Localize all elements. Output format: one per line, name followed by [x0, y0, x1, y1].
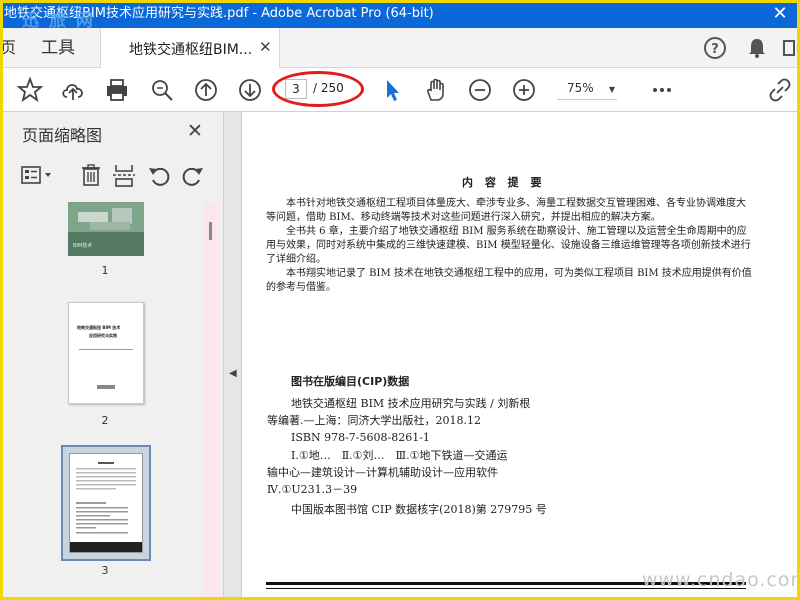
cip-line: 输中心—建筑设计—计算机辅助设计—应用软件 — [267, 466, 498, 479]
account-icon[interactable] — [780, 35, 796, 61]
panel-collapse-strip[interactable]: ◀ — [224, 112, 242, 600]
zoom-in-icon[interactable] — [510, 76, 538, 104]
thumb3-content — [70, 462, 142, 552]
tab-close-icon[interactable]: ✕ — [259, 38, 272, 56]
thumb2-title-2: 应用研究与实践 — [89, 333, 117, 338]
document-viewer[interactable]: 内 容 提 要 本书针对地铁交通枢纽工程项目体量庞大、牵涉专业多、海量工程数据交… — [242, 112, 800, 600]
delete-page-icon[interactable] — [78, 162, 104, 188]
search-icon[interactable] — [148, 76, 176, 104]
summary-heading: 内 容 提 要 — [462, 176, 546, 189]
tab-bar: 页 工具 地铁交通枢纽BIM... ✕ ? — [0, 28, 800, 69]
chevron-left-icon[interactable]: ◀ — [229, 368, 237, 379]
rotate-right-icon[interactable] — [180, 162, 206, 188]
page-thumbnail-2[interactable]: 地铁交通枢纽 BIM 技术 应用研究与实践 — [68, 302, 144, 404]
site-watermark-bottom: www.cndao.com — [642, 569, 800, 591]
upload-cloud-icon[interactable] — [59, 76, 87, 104]
thumbnail-number: 1 — [101, 264, 109, 277]
window-close-button[interactable]: ✕ — [768, 0, 792, 28]
hand-tool-icon[interactable] — [422, 76, 450, 104]
cip-line: 等编著.—上海：同济大学出版社，2018.12 — [267, 414, 481, 427]
previous-page-icon[interactable] — [192, 76, 220, 104]
scrollbar-thumb[interactable] — [209, 222, 212, 240]
thumb2-line — [79, 349, 133, 350]
title-bar: 地铁交通枢纽BIM技术应用研究与实践.pdf - Adobe Acrobat P… — [0, 0, 800, 31]
tab-document-label: 地铁交通枢纽BIM... — [129, 42, 253, 58]
summary-paragraph-3: 本书翔实地记录了 BIM 技术在地铁交通枢纽工程中的应用，可为类似工程项目 BI… — [266, 268, 752, 293]
thumb2-title-1: 地铁交通枢纽 BIM 技术 — [77, 325, 121, 330]
thumbnail-list: BIM技术 1 地铁交通枢纽 BIM 技术 应用研究与实践 2 3 — [0, 202, 205, 600]
print-icon[interactable] — [103, 76, 131, 104]
chevron-down-icon: ▼ — [608, 85, 615, 94]
thumb2-logo — [97, 385, 115, 389]
rotate-left-icon[interactable] — [146, 162, 172, 188]
svg-text:?: ? — [711, 42, 719, 57]
share-link-icon[interactable] — [766, 76, 794, 104]
summary-paragraph-2: 全书共 6 章，主要介绍了地铁交通枢纽 BIM 服务系统在勘察设计、施工管理以及… — [266, 226, 751, 265]
help-icon[interactable]: ? — [702, 35, 728, 61]
cip-line: 中国版本图书馆 CIP 数据核字(2018)第 279795 号 — [291, 503, 547, 516]
tab-document[interactable]: 地铁交通枢纽BIM... ✕ — [100, 28, 280, 69]
page-thumbnail-3-selected[interactable] — [61, 445, 151, 561]
tab-tools[interactable]: 工具 — [18, 28, 98, 68]
cover-caption: BIM技术 — [73, 242, 92, 249]
select-cursor-icon[interactable] — [378, 76, 406, 104]
bell-icon[interactable] — [744, 35, 770, 61]
zoom-value: 75% — [567, 81, 594, 95]
tab-home[interactable]: 页 — [0, 28, 16, 68]
more-options-icon[interactable] — [648, 76, 676, 104]
cip-heading: 图书在版编目(CIP)数据 — [291, 375, 410, 388]
thumbnail-number: 2 — [101, 414, 109, 427]
extract-page-icon[interactable] — [111, 162, 137, 188]
page-thumbnails-panel: 页面缩略图 ✕ BIM技术 1 地铁交通枢纽 BIM 技术 应用研究与实践 2 … — [0, 112, 224, 600]
thumbnail-number: 3 — [101, 564, 109, 577]
page-thumbnail-3 — [69, 453, 143, 553]
bookmark-star-icon[interactable] — [16, 76, 44, 104]
cip-line: 地铁交通枢纽 BIM 技术应用研究与实践 / 刘新根 — [291, 397, 531, 410]
pdf-page: 内 容 提 要 本书针对地铁交通枢纽工程项目体量庞大、牵涉专业多、海量工程数据交… — [242, 112, 800, 600]
options-menu-icon[interactable] — [20, 162, 54, 188]
panel-close-icon[interactable]: ✕ — [187, 120, 203, 142]
summary-paragraph-1: 本书针对地铁交通枢纽工程项目体量庞大、牵涉专业多、海量工程数据交互管理困难、各专… — [266, 198, 746, 223]
next-page-icon[interactable] — [236, 76, 264, 104]
cip-line: Ⅰ.①地… Ⅱ.①刘… Ⅲ.①地下铁道—交通运 — [291, 449, 508, 462]
page-thumbnail-1[interactable]: BIM技术 — [68, 202, 144, 256]
panel-title: 页面缩略图 — [22, 126, 103, 145]
cip-line: ISBN 978-7-5608-8261-1 — [291, 431, 430, 444]
red-highlight-ellipse — [272, 71, 364, 107]
thumbnail-toolbar — [0, 158, 224, 192]
zoom-out-icon[interactable] — [466, 76, 494, 104]
cip-line: Ⅳ.①U231.3－39 — [267, 483, 358, 496]
main-toolbar: 3 / 250 75% ▼ — [0, 68, 800, 112]
thumbnail-scrollbar[interactable] — [203, 202, 220, 600]
zoom-select[interactable]: 75% ▼ — [557, 81, 617, 100]
cover-image: BIM技术 — [68, 202, 144, 256]
